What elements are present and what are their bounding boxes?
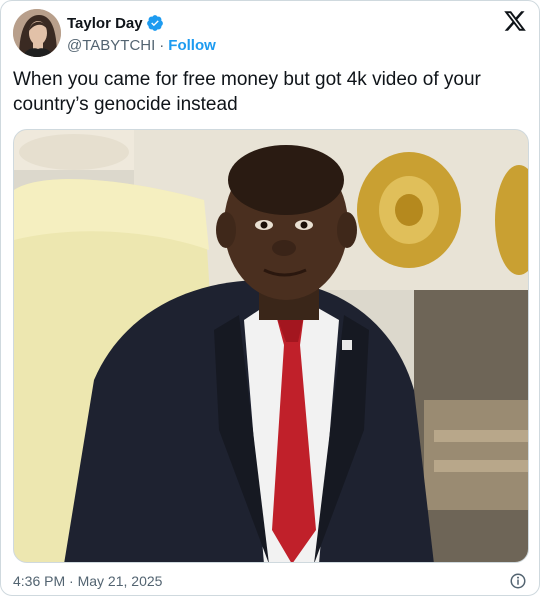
video-frame-image <box>14 130 528 562</box>
avatar[interactable] <box>13 9 61 57</box>
tweet-card: Taylor Day @TABYTCHI · Follow When you c… <box>0 0 540 596</box>
x-logo-icon[interactable] <box>503 9 527 33</box>
tweet-text: When you came for free money but got 4k … <box>13 69 481 115</box>
time: 4:36 PM <box>13 573 66 589</box>
handle[interactable]: @TABYTCHI <box>67 37 155 54</box>
timestamp-separator: · <box>69 573 74 589</box>
timestamp[interactable]: 4:36 PM · May 21, 2025 <box>13 573 162 589</box>
avatar-image <box>13 9 61 57</box>
follow-button[interactable]: Follow <box>168 37 216 54</box>
tweet-footer: 4:36 PM · May 21, 2025 <box>13 571 527 591</box>
verified-badge-icon[interactable] <box>146 14 164 32</box>
date: May 21, 2025 <box>77 573 163 589</box>
author-names: Taylor Day @TABYTCHI · Follow <box>67 13 216 55</box>
separator-dot: · <box>159 37 165 54</box>
name-row: Taylor Day <box>67 13 216 33</box>
tweet-media[interactable] <box>13 129 529 563</box>
info-icon[interactable] <box>509 572 527 590</box>
display-name[interactable]: Taylor Day <box>67 15 143 32</box>
handle-row: @TABYTCHI · Follow <box>67 37 216 54</box>
tweet-header: Taylor Day @TABYTCHI · Follow <box>13 9 527 57</box>
